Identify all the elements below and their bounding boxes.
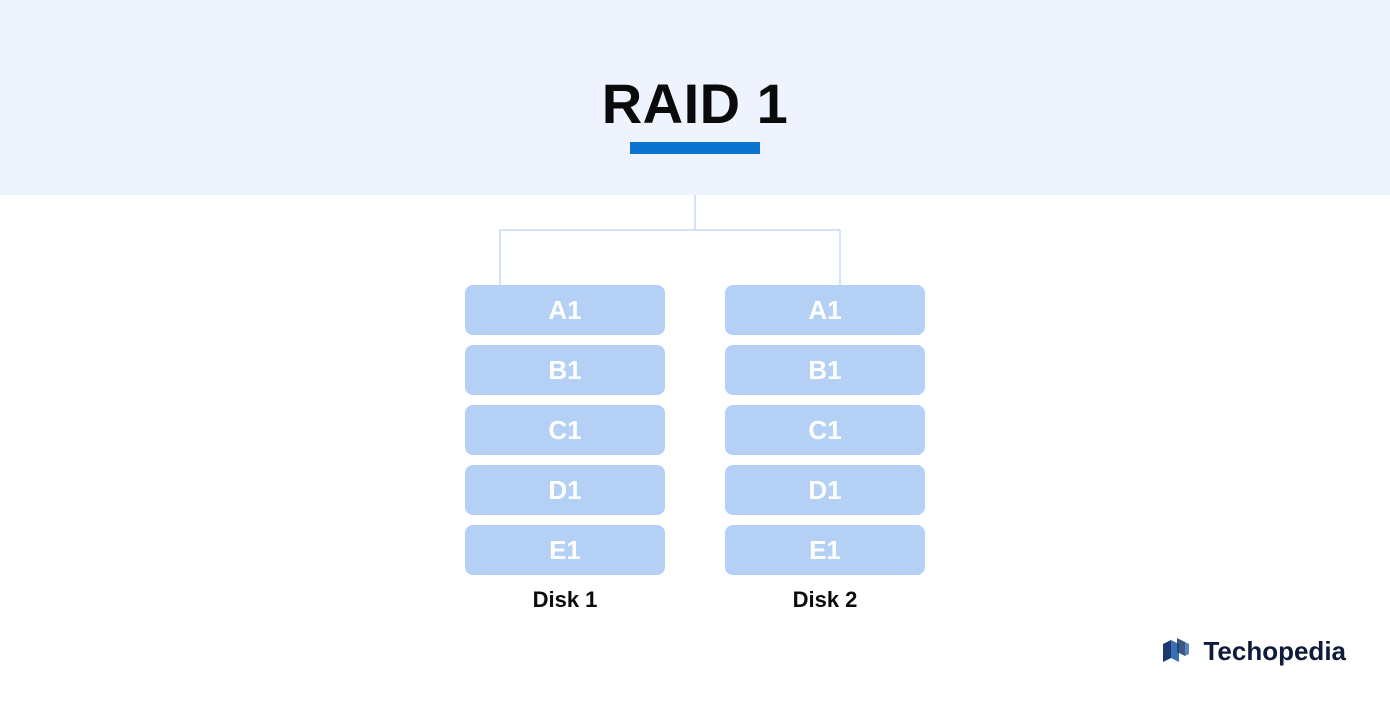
brand-icon bbox=[1159, 634, 1193, 668]
data-block: C1 bbox=[465, 405, 665, 455]
header-band: RAID 1 bbox=[0, 0, 1390, 195]
brand-logo: Techopedia bbox=[1159, 634, 1346, 668]
disk-column-2: A1 B1 C1 D1 E1 Disk 2 bbox=[725, 285, 925, 613]
data-block: D1 bbox=[465, 465, 665, 515]
data-block: B1 bbox=[725, 345, 925, 395]
data-block: E1 bbox=[725, 525, 925, 575]
data-block: E1 bbox=[465, 525, 665, 575]
diagram-area: A1 B1 C1 D1 E1 Disk 1 A1 B1 C1 D1 E1 Dis… bbox=[0, 195, 1390, 613]
disks-row: A1 B1 C1 D1 E1 Disk 1 A1 B1 C1 D1 E1 Dis… bbox=[0, 195, 1390, 613]
title-underline bbox=[630, 142, 760, 154]
data-block: A1 bbox=[465, 285, 665, 335]
diagram-title: RAID 1 bbox=[602, 71, 789, 136]
disk-column-1: A1 B1 C1 D1 E1 Disk 1 bbox=[465, 285, 665, 613]
disk-label: Disk 1 bbox=[533, 587, 598, 613]
data-block: A1 bbox=[725, 285, 925, 335]
disk-label: Disk 2 bbox=[793, 587, 858, 613]
brand-name: Techopedia bbox=[1203, 636, 1346, 667]
data-block: C1 bbox=[725, 405, 925, 455]
data-block: B1 bbox=[465, 345, 665, 395]
data-block: D1 bbox=[725, 465, 925, 515]
